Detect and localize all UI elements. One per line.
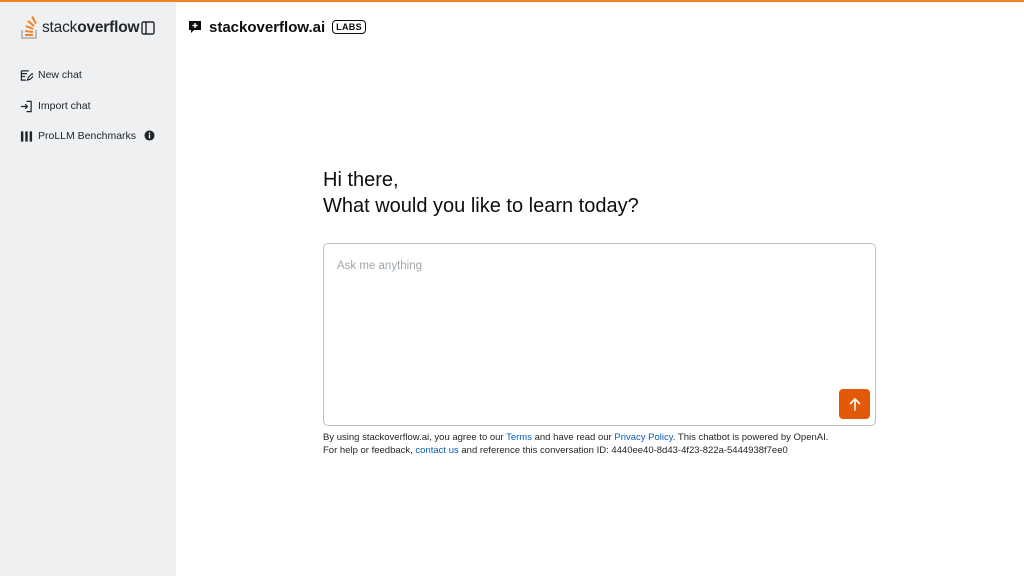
- app-header: stackoverflow.ai LABS: [188, 15, 366, 39]
- disclaimer-line-1: By using stackoverflow.ai, you agree to …: [323, 432, 829, 443]
- stackoverflow-logo-icon: [21, 16, 37, 39]
- new-chat-bubble-icon[interactable]: [188, 20, 202, 34]
- sidebar-item-prollm-benchmarks[interactable]: ProLLM Benchmarks: [20, 126, 136, 146]
- disclaimer: By using stackoverflow.ai, you agree to …: [323, 431, 828, 457]
- page-title: stackoverflow.ai: [209, 18, 326, 36]
- contact-us-link[interactable]: contact us: [415, 445, 458, 456]
- terms-link[interactable]: Terms: [506, 432, 532, 443]
- disclaimer-line-2: For help or feedback, contact us and ref…: [323, 445, 788, 456]
- labs-badge: LABS: [332, 20, 366, 34]
- sidebar-toggle-icon[interactable]: [141, 21, 155, 35]
- sidebar-item-label: Import chat: [38, 100, 91, 112]
- sidebar-item-new-chat[interactable]: New chat: [20, 65, 82, 85]
- bar-chart-icon: [20, 130, 33, 142]
- privacy-policy-link[interactable]: Privacy Policy: [614, 432, 672, 443]
- sidebar-item-label: ProLLM Benchmarks: [38, 130, 137, 142]
- sidebar-item-import-chat[interactable]: Import chat: [20, 96, 91, 116]
- import-icon: [20, 100, 32, 112]
- stackoverflow-logo[interactable]: stackoverflow: [20, 14, 160, 42]
- new-chat-icon: [20, 69, 33, 81]
- info-icon[interactable]: [144, 130, 155, 141]
- sidebar-item-label: New chat: [38, 69, 82, 81]
- greeting: Hi there, What would you like to learn t…: [323, 167, 639, 219]
- arrow-up-icon: [849, 398, 860, 411]
- chat-input-box[interactable]: [323, 243, 876, 426]
- sidebar: stackoverflow New chat Import chat ProLL…: [0, 2, 176, 576]
- chat-input[interactable]: [337, 256, 837, 276]
- greeting-line-1: Hi there,: [323, 169, 399, 191]
- send-button[interactable]: [839, 389, 870, 419]
- logo-text: stackoverflow: [42, 19, 140, 36]
- greeting-line-2: What would you like to learn today?: [323, 195, 639, 217]
